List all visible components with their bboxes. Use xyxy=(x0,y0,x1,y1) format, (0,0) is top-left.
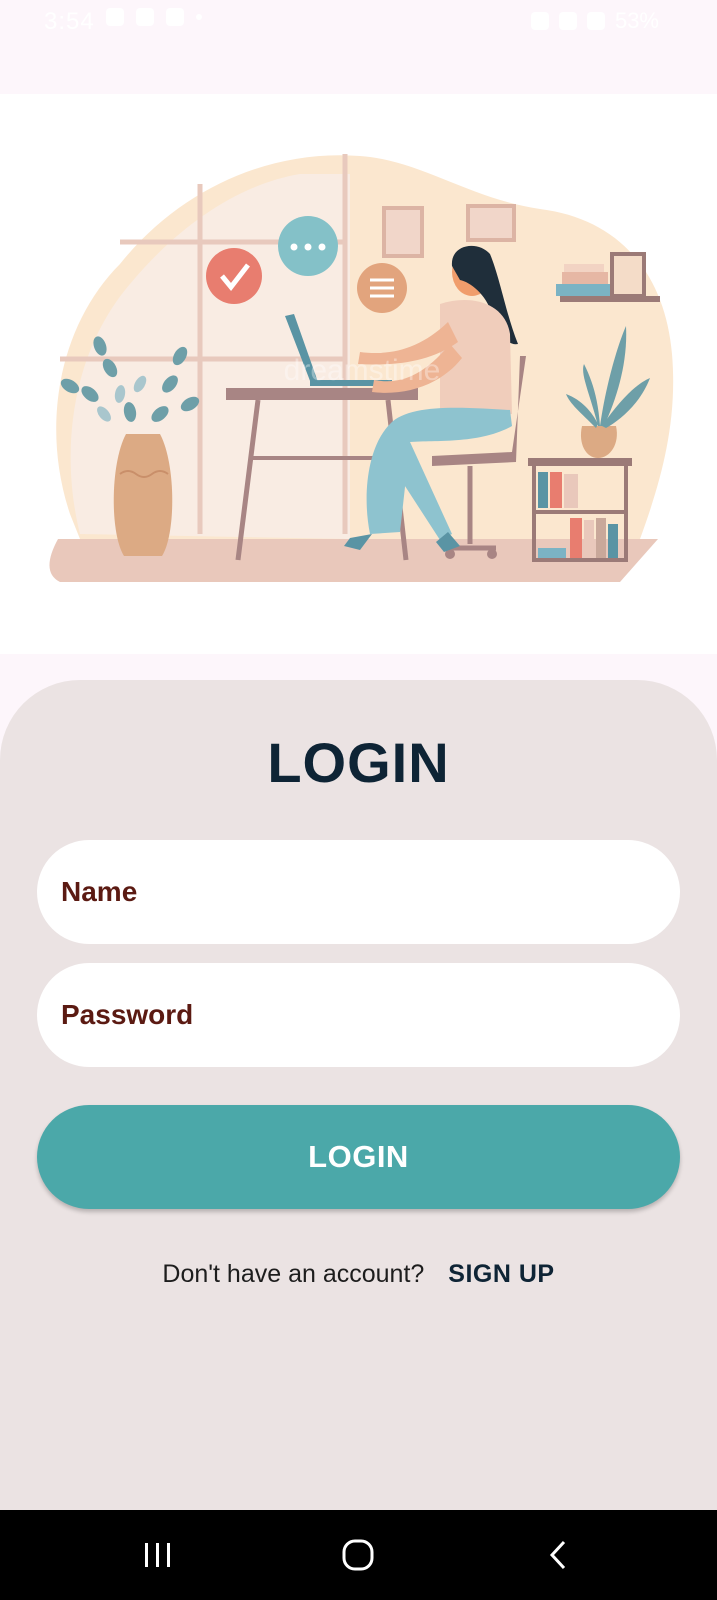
status-bar: 3:54 53% xyxy=(0,0,717,44)
back-icon[interactable] xyxy=(528,1532,588,1578)
wifi-icon xyxy=(558,12,577,30)
login-button[interactable]: LOGIN xyxy=(37,1105,680,1209)
illustration-panel: dreamstime xyxy=(0,94,717,654)
navigation-bar xyxy=(0,1510,717,1600)
status-time: 3:54 xyxy=(44,8,95,35)
sync-icon xyxy=(166,8,184,26)
watermark-text: dreamstime xyxy=(284,354,441,387)
signup-row: Don't have an account? SIGN UP xyxy=(0,1260,717,1289)
signup-link[interactable]: SIGN UP xyxy=(448,1260,554,1289)
woman-working-at-laptop-illustration: dreamstime xyxy=(49,154,674,582)
notification-icons xyxy=(106,8,202,26)
alarm-icon xyxy=(530,12,549,30)
page-title: LOGIN xyxy=(267,731,450,794)
gallery-icon xyxy=(136,8,154,26)
name-field[interactable] xyxy=(37,840,680,944)
login-card: LOGIN LOGIN Don't have an account? SIGN … xyxy=(0,680,717,1510)
notification-icon xyxy=(106,8,124,26)
signal-icon xyxy=(586,12,605,30)
password-input[interactable] xyxy=(37,963,680,1067)
password-field[interactable] xyxy=(37,963,680,1067)
more-notifications-icon xyxy=(196,14,202,20)
system-icons: 53% xyxy=(530,8,659,34)
signup-prompt: Don't have an account? xyxy=(162,1260,425,1288)
battery-level: 53% xyxy=(614,8,659,33)
recents-icon[interactable] xyxy=(128,1532,188,1578)
name-input[interactable] xyxy=(37,840,680,944)
home-icon[interactable] xyxy=(328,1532,388,1578)
